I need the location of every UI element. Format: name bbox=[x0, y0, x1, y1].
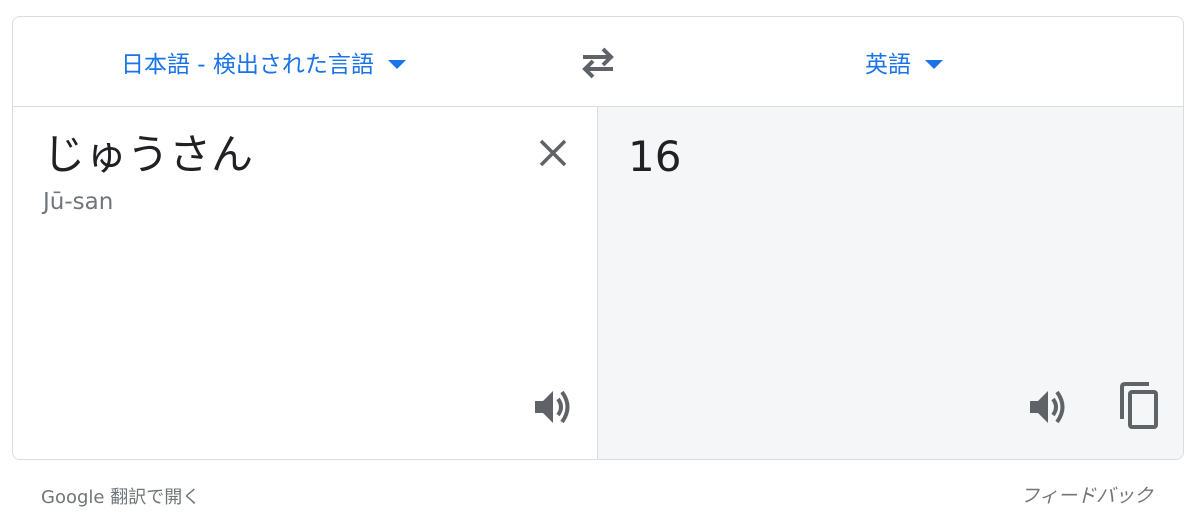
clear-source-button[interactable] bbox=[535, 135, 571, 171]
speaker-icon bbox=[535, 390, 570, 424]
listen-translation-button[interactable] bbox=[1026, 385, 1070, 429]
source-text[interactable]: じゅうさん bbox=[43, 127, 253, 183]
swap-languages-button[interactable] bbox=[579, 45, 617, 79]
open-in-google-translate-link[interactable]: Google 翻訳で開く bbox=[41, 483, 200, 509]
target-language-label: 英語 bbox=[865, 52, 911, 78]
copy-translation-button[interactable] bbox=[1116, 381, 1164, 431]
close-icon bbox=[539, 139, 567, 167]
caret-down-icon bbox=[387, 59, 406, 69]
romanization-text: Jū-san bbox=[43, 189, 114, 215]
speaker-icon bbox=[1030, 390, 1065, 424]
swap-horiz-icon bbox=[582, 47, 614, 79]
source-language-label: 日本語 - 検出された言語 bbox=[121, 52, 374, 78]
target-panel: 16 bbox=[598, 107, 1183, 459]
source-language-selector[interactable]: 日本語 - 検出された言語 bbox=[121, 17, 406, 107]
source-panel: じゅうさん Jū-san bbox=[13, 107, 598, 459]
translate-card: 日本語 - 検出された言語 英語 じゅうさん Jū-san 16 bbox=[12, 16, 1184, 460]
target-language-selector[interactable]: 英語 bbox=[865, 17, 943, 107]
feedback-link[interactable]: フィードバック bbox=[1020, 481, 1153, 508]
listen-source-button[interactable] bbox=[531, 385, 575, 429]
copy-icon bbox=[1120, 382, 1158, 429]
language-bar: 日本語 - 検出された言語 英語 bbox=[13, 17, 1183, 107]
translated-text: 16 bbox=[628, 132, 682, 181]
caret-down-icon bbox=[925, 59, 943, 69]
